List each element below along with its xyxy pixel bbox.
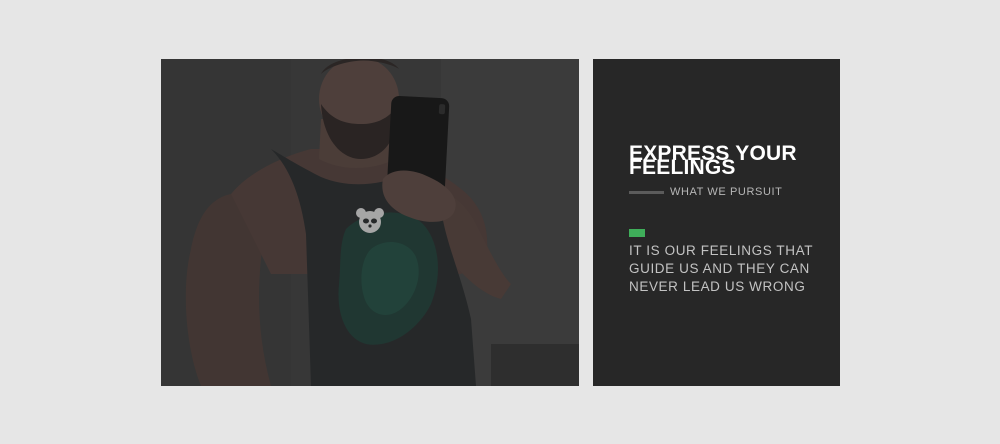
feature-subtitle: WHAT WE PURSUIT xyxy=(670,186,783,198)
hero-photo-illustration xyxy=(161,59,579,386)
accent-bar xyxy=(629,229,645,237)
hero-photo xyxy=(161,59,579,386)
feature-panel: EXPRESS YOUR FEELINGS WHAT WE PURSUIT IT… xyxy=(593,59,840,386)
subtitle-divider xyxy=(629,190,664,194)
feature-body: IT IS OUR FEELINGS THAT GUIDE US AND THE… xyxy=(629,243,813,294)
page-stage: EXPRESS YOUR FEELINGS WHAT WE PURSUIT IT… xyxy=(0,0,1000,444)
subtitle-row: WHAT WE PURSUIT xyxy=(629,186,782,198)
feature-title: EXPRESS YOUR FEELINGS xyxy=(629,142,797,179)
